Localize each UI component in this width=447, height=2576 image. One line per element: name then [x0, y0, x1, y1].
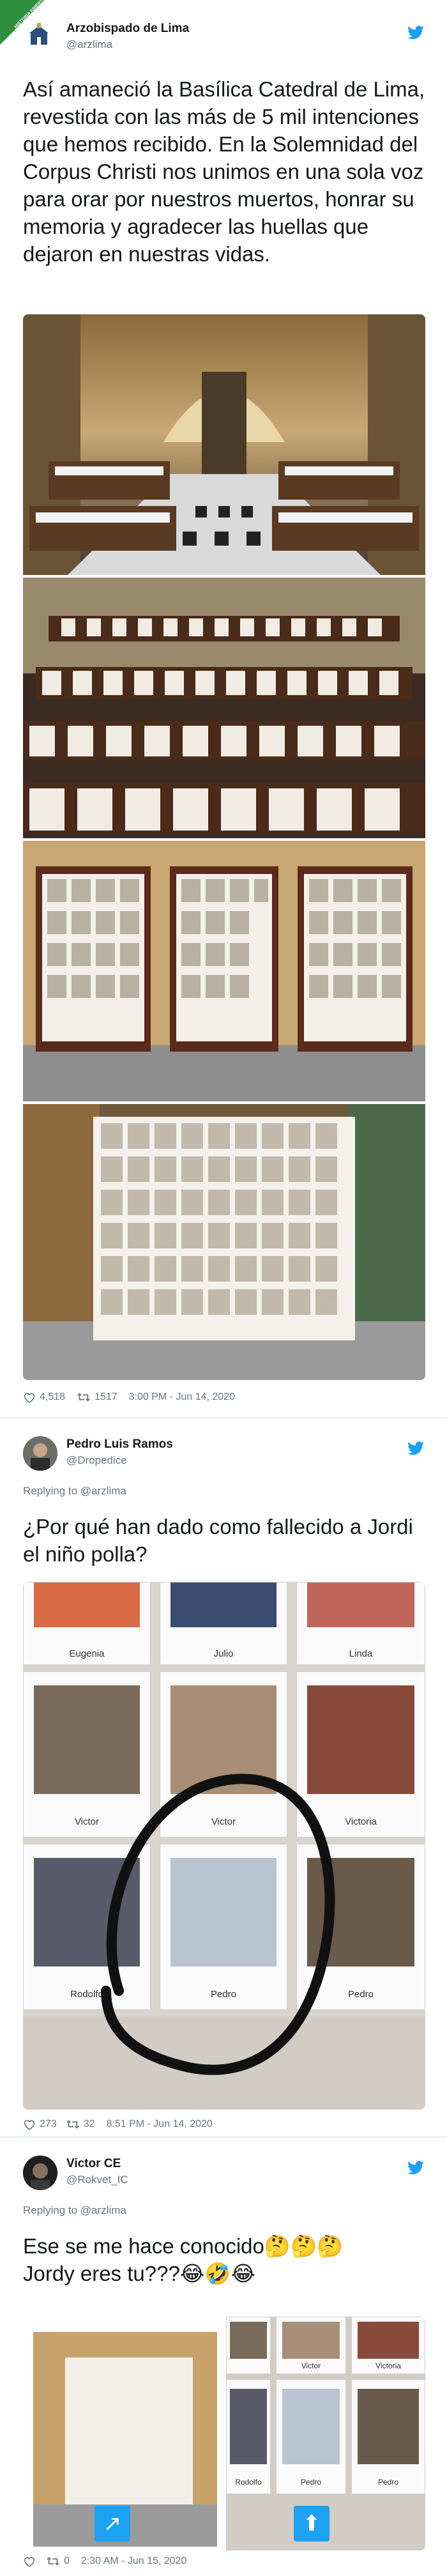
card-name: Pedro [377, 2478, 399, 2487]
right-photo[interactable]: Victor Victoria Rodolfo Pedro Pedro ⬆ [226, 2317, 425, 2550]
tweet-text: Así amaneció la Basílica Catedral de Lim… [23, 77, 425, 266]
tweet-arzobispado: Arzobispado de Lima @arzlima Así amaneci… [0, 0, 447, 1417]
person-photo [358, 2322, 419, 2359]
timestamp[interactable]: 2:30 AM - Jun 15, 2020 [81, 2556, 186, 2567]
like-count: 4,518 [40, 1392, 66, 1402]
hand-drawn-circle-marking [101, 1774, 335, 2075]
tweet-stats: 4,518 1517 3:00 PM - Jun 14, 2020 [23, 1392, 235, 1403]
card-name: Victoria [375, 2361, 401, 2370]
person-photo [282, 2322, 340, 2359]
card-name: Rodolfo [235, 2478, 262, 2487]
retweet-count: 32 [83, 2119, 95, 2129]
avatar[interactable] [23, 19, 55, 51]
heart-icon[interactable] [23, 1392, 36, 1403]
tweet-stats: 273 32 8:51 PM - Jun 14, 2020 [23, 2119, 213, 2130]
memorial-photo-card: Pedro [351, 2379, 425, 2494]
retweet-count: 0 [64, 2556, 70, 2566]
person-photo [282, 2389, 340, 2464]
memorial-photo-card [226, 2317, 271, 2374]
replying-to-label: Replying to [23, 1485, 78, 1497]
expand-arrow-icon[interactable]: ↗ [95, 2506, 130, 2542]
memorial-photo-card: Victoria [351, 2317, 425, 2374]
memorial-panels-photo[interactable] [23, 841, 425, 1101]
twitter-bird-icon[interactable] [407, 1441, 424, 1455]
pews-photo[interactable] [23, 578, 425, 838]
heart-icon[interactable] [23, 2119, 36, 2130]
person-photo [230, 2389, 267, 2464]
person-photo [230, 2322, 267, 2359]
like-count: 273 [40, 2119, 57, 2129]
card-name: Victor [301, 2361, 321, 2370]
avatar[interactable] [23, 1436, 57, 1471]
replying-to-handle[interactable]: @arzlima [80, 1485, 126, 1497]
retweet-icon[interactable] [66, 2119, 80, 2129]
memorial-photo-card: Rodolfo [226, 2379, 271, 2494]
avatar[interactable] [23, 2156, 57, 2190]
tweet-photo-grid[interactable] [23, 314, 425, 1380]
heart-icon[interactable] [23, 2556, 36, 2567]
card-name: Pedro [300, 2478, 322, 2487]
cathedral-logo-icon [23, 19, 55, 51]
author-handle[interactable]: @arzlima [66, 38, 112, 51]
tweet-text-line-1: Ese se me hace conocido🤔🤔🤔 [23, 2234, 344, 2258]
author-name[interactable]: Pedro Luis Ramos [66, 1438, 173, 1452]
retweet-icon[interactable] [46, 2556, 60, 2566]
left-photo[interactable]: ↗ [33, 2332, 217, 2547]
tweet-stats: 0 2:30 AM - Jun 15, 2020 [23, 2556, 186, 2567]
timestamp[interactable]: 8:51 PM - Jun 14, 2020 [107, 2119, 213, 2130]
person-photo [358, 2389, 419, 2464]
memorial-photo-card: Victor [276, 2317, 346, 2374]
retweet-count: 1517 [95, 1392, 117, 1402]
retweet-icon[interactable] [77, 1392, 91, 1402]
replying-to: Replying to @arzlima [23, 1485, 126, 1498]
twitter-bird-icon[interactable] [407, 2161, 424, 2175]
tweet-text: ¿Por qué han dado como fallecido a Jordi… [23, 1515, 413, 1566]
cathedral-nave-photo[interactable] [23, 314, 425, 575]
twitter-bird-icon[interactable] [407, 26, 424, 40]
expand-up-arrow-icon[interactable]: ⬆ [294, 2506, 330, 2542]
author-name[interactable]: Victor CE [66, 2157, 121, 2171]
timestamp[interactable]: 3:00 PM - Jun 14, 2020 [129, 1392, 235, 1403]
replying-to: Replying to @arzlima [23, 2204, 126, 2217]
tweet-text-line-2: Jordy eres tu???😂🤣😂 [23, 2262, 256, 2285]
tweet-photo-pair[interactable]: ↗ Victor Victoria Rodolfo Pedro Pedro ⬆ [23, 2317, 425, 2550]
author-handle[interactable]: @Rokvet_IC [66, 2174, 128, 2186]
user-photo-icon [23, 2156, 57, 2190]
tweet-photo[interactable]: Eugenia Julio Linda Victor Victor Victor… [23, 1582, 425, 2110]
author-name[interactable]: Arzobispado de Lima [66, 22, 189, 36]
replying-to-label: Replying to [23, 2204, 78, 2216]
tweet-pedro-luis-ramos: Pedro Luis Ramos @Dropedice Replying to … [0, 1418, 447, 2136]
user-photo-icon [23, 1436, 57, 1471]
panel [65, 2358, 193, 2504]
author-handle[interactable]: @Dropedice [66, 1454, 127, 1467]
memorial-altar-photo[interactable] [23, 1104, 425, 1380]
tweet-victor-ce: Victor CE @Rokvet_IC Replying to @arzlim… [0, 2138, 447, 2576]
replying-to-handle[interactable]: @arzlima [80, 2204, 126, 2216]
memorial-photo-card: Pedro [276, 2379, 346, 2494]
